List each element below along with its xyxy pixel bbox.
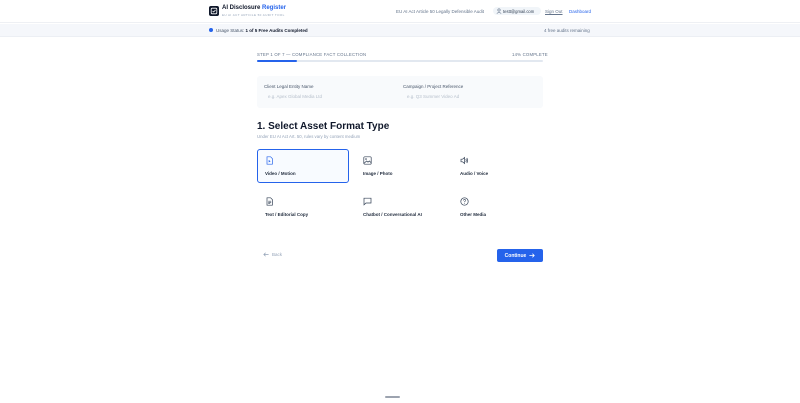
section-subtitle: Under EU AI Act Art. 50, rules vary by c… — [257, 134, 361, 139]
logo-icon — [209, 6, 219, 16]
continue-button[interactable]: Continue — [497, 249, 543, 262]
sign-out-link[interactable]: Sign Out — [545, 9, 563, 14]
option-label: Text / Editorial Copy — [265, 212, 309, 217]
brand-subtitle: EU AI ACT ARTICLE 50 AUDIT TOOL — [222, 13, 285, 17]
option-label: Audio / Voice — [460, 171, 489, 176]
file-text-icon — [266, 197, 273, 206]
option-video-motion[interactable]: Video / Motion — [257, 149, 349, 183]
back-button[interactable]: Back — [263, 252, 282, 257]
chat-icon — [363, 197, 372, 206]
option-other-media[interactable]: Other Media — [452, 190, 544, 224]
entity-label: Client Legal Entity Name — [264, 84, 314, 89]
image-icon — [363, 156, 372, 165]
usage-count: 1 of 5 Free Audits Completed — [245, 28, 308, 33]
usage-banner: Usage Status: 1 of 5 Free Audits Complet… — [0, 24, 800, 37]
file-video-icon — [266, 156, 273, 165]
percent-label: 14% COMPLETE — [512, 52, 548, 57]
user-email: testt@gmail.com — [503, 8, 535, 14]
brand-name[interactable]: AI Disclosure Register — [222, 5, 286, 11]
dashboard-link[interactable]: Dashboard — [569, 9, 591, 14]
step-label: STEP 1 OF 7 — COMPLIANCE FACT COLLECTION — [257, 52, 367, 57]
usage-status: Usage Status: 1 of 5 Free Audits Complet… — [216, 28, 308, 33]
app-header: AI Disclosure Register EU AI ACT ARTICLE… — [0, 0, 800, 23]
client-info-card: Client Legal Entity Name Campaign / Proj… — [257, 76, 543, 108]
campaign-label: Campaign / Project Reference — [403, 84, 464, 89]
brand-accent: Register — [262, 5, 287, 11]
back-label: Back — [272, 252, 283, 257]
entity-name-input[interactable] — [264, 91, 399, 102]
status-dot-icon — [209, 28, 213, 32]
header-tagline: EU AI Act Article 50 Legally Defensible … — [396, 9, 485, 14]
option-audio-voice[interactable]: Audio / Voice — [452, 149, 544, 183]
user-pill: testt@gmail.com — [493, 7, 541, 15]
audits-remaining: 4 free audits remaining — [544, 28, 590, 33]
arrow-right-icon — [529, 253, 536, 258]
arrow-left-icon — [263, 252, 269, 257]
user-icon — [496, 8, 502, 14]
option-label: Other Media — [460, 212, 487, 217]
option-label: Chatbot / Conversational AI — [363, 212, 422, 217]
option-image-photo[interactable]: Image / Photo — [355, 149, 447, 183]
option-chatbot[interactable]: Chatbot / Conversational AI — [355, 190, 447, 224]
help-circle-icon — [460, 197, 469, 206]
option-label: Video / Motion — [265, 171, 296, 176]
option-text-editorial[interactable]: Text / Editorial Copy — [257, 190, 349, 224]
scroll-handle[interactable] — [385, 396, 400, 398]
section-title: 1. Select Asset Format Type — [257, 121, 390, 132]
option-label: Image / Photo — [363, 171, 393, 176]
progress-track — [257, 60, 543, 62]
speaker-icon — [460, 156, 468, 165]
continue-label: Continue — [504, 252, 527, 259]
campaign-reference-input[interactable] — [403, 91, 537, 102]
progress-fill — [257, 60, 298, 62]
